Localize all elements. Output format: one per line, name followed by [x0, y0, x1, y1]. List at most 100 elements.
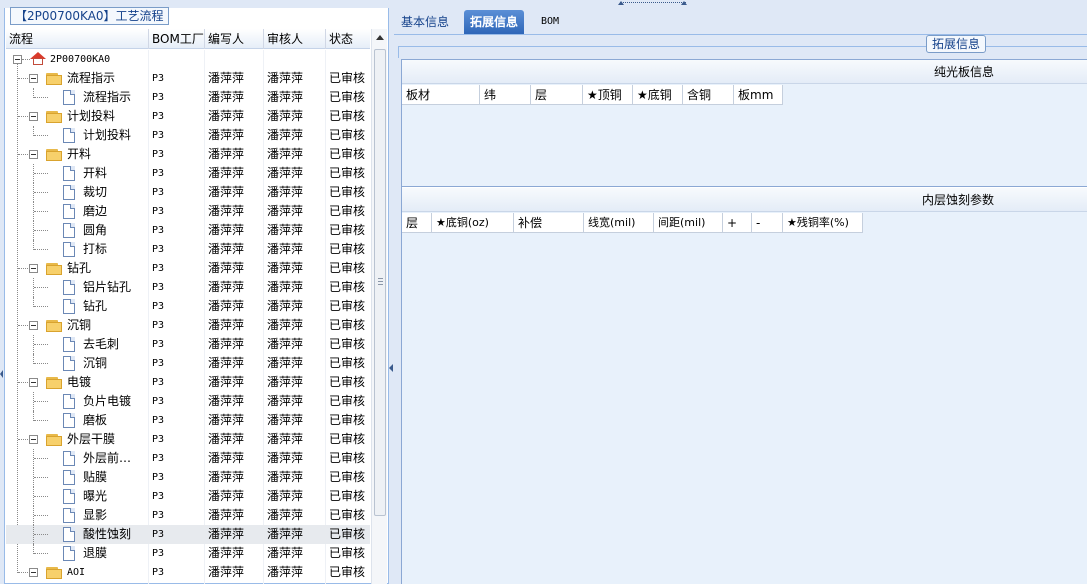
- column-header-reviewer[interactable]: 审核人: [264, 29, 326, 49]
- reviewer-cell: 潘萍萍: [267, 489, 304, 503]
- tree-node-label: 显影: [83, 508, 108, 522]
- collapse-toggle-icon[interactable]: [29, 435, 38, 444]
- tree-connector: [34, 135, 48, 136]
- tree-connector: [22, 59, 30, 60]
- th-top-copper[interactable]: ★顶铜: [583, 85, 633, 105]
- reviewer-cell: 潘萍萍: [267, 565, 304, 579]
- tree-step-row[interactable]: 负片电镀 P3 潘萍萍 潘萍萍 已审核: [6, 392, 370, 411]
- collapse-toggle-icon[interactable]: [29, 568, 38, 577]
- home-icon: [30, 52, 46, 66]
- tree-step-row[interactable]: 流程指示 P3 潘萍萍 潘萍萍 已审核: [6, 88, 370, 107]
- tree-folder-row[interactable]: 外层干膜 P3 潘萍萍 潘萍萍 已审核: [6, 430, 370, 449]
- column-header-writer[interactable]: 编写人: [205, 29, 264, 49]
- tree-step-row[interactable]: 外层前… P3 潘萍萍 潘萍萍 已审核: [6, 449, 370, 468]
- folder-icon: [46, 320, 62, 332]
- tree-step-row[interactable]: 磨边 P3 潘萍萍 潘萍萍 已审核: [6, 202, 370, 221]
- tree-step-row[interactable]: 裁切 P3 潘萍萍 潘萍萍 已审核: [6, 183, 370, 202]
- th-layer[interactable]: 层: [531, 85, 583, 105]
- bom-factory-cell: P3: [152, 472, 165, 483]
- th-layer[interactable]: 层: [402, 213, 432, 233]
- column-header-bom[interactable]: BOM工厂: [149, 29, 205, 49]
- tree-node-label: 磨板: [83, 413, 108, 427]
- th-spacing[interactable]: 间距(mil): [654, 213, 723, 233]
- tree-folder-row[interactable]: 开料 P3 潘萍萍 潘萍萍 已审核: [6, 145, 370, 164]
- tree-step-row[interactable]: 贴膜 P3 潘萍萍 潘萍萍 已审核: [6, 468, 370, 487]
- th-compensation[interactable]: 补偿: [514, 213, 584, 233]
- th-board-material[interactable]: 板材: [402, 85, 480, 105]
- th-minus[interactable]: -: [752, 213, 783, 233]
- tree-folder-row[interactable]: 流程指示 P3 潘萍萍 潘萍萍 已审核: [6, 69, 370, 88]
- tree-step-row[interactable]: 沉铜 P3 潘萍萍 潘萍萍 已审核: [6, 354, 370, 373]
- bom-factory-cell: P3: [152, 567, 165, 578]
- folder-body: [46, 569, 62, 579]
- document-icon: [63, 280, 75, 295]
- collapse-toggle-icon[interactable]: [13, 55, 22, 64]
- writer-cell: 潘萍萍: [208, 109, 245, 123]
- tree-step-row[interactable]: 铝片钻孔 P3 潘萍萍 潘萍萍 已审核: [6, 278, 370, 297]
- status-cell: 已审核: [329, 71, 366, 85]
- tree-step-row[interactable]: 酸性蚀刻 P3 潘萍萍 潘萍萍 已审核: [6, 525, 370, 544]
- tree-step-row[interactable]: 开料 P3 潘萍萍 潘萍萍 已审核: [6, 164, 370, 183]
- document-icon: [63, 128, 75, 143]
- detail-panel: 基本信息 拓展信息 BOM 拓展信息 纯光板信息 板材 纬 层 ★顶铜 ★底铜 …: [394, 8, 1087, 584]
- th-plus[interactable]: +: [723, 213, 752, 233]
- scroll-up-arrow-icon[interactable]: [376, 35, 384, 40]
- tab-strip: 基本信息 拓展信息 BOM: [394, 8, 1087, 35]
- tree-folder-row[interactable]: 沉铜 P3 潘萍萍 潘萍萍 已审核: [6, 316, 370, 335]
- tree-connector: [34, 363, 48, 364]
- tree-step-row[interactable]: 打标 P3 潘萍萍 潘萍萍 已审核: [6, 240, 370, 259]
- tree-step-row[interactable]: 磨板 P3 潘萍萍 潘萍萍 已审核: [6, 411, 370, 430]
- collapse-left-arrow-icon[interactable]: [389, 364, 393, 372]
- tab-bom[interactable]: BOM: [535, 10, 565, 34]
- tree-step-row[interactable]: 显影 P3 潘萍萍 潘萍萍 已审核: [6, 506, 370, 525]
- tree-step-row[interactable]: 曝光 P3 潘萍萍 潘萍萍 已审核: [6, 487, 370, 506]
- th-copper-content[interactable]: 含铜: [683, 85, 734, 105]
- th-residual-copper[interactable]: ★残铜率(%): [783, 213, 863, 233]
- writer-cell: 潘萍萍: [208, 413, 245, 427]
- column-header-status[interactable]: 状态: [326, 29, 370, 49]
- tree-root-row[interactable]: 2P00700KA0: [6, 50, 370, 69]
- collapse-toggle-icon[interactable]: [29, 378, 38, 387]
- vertical-scrollbar[interactable]: [371, 29, 387, 584]
- tree-step-row[interactable]: 计划投料 P3 潘萍萍 潘萍萍 已审核: [6, 126, 370, 145]
- bom-factory-cell: P3: [152, 301, 165, 312]
- collapse-toggle-icon[interactable]: [29, 150, 38, 159]
- tree-folder-row[interactable]: 电镀 P3 潘萍萍 潘萍萍 已审核: [6, 373, 370, 392]
- status-cell: 已审核: [329, 166, 366, 180]
- reviewer-cell: 潘萍萍: [267, 470, 304, 484]
- document-icon: [63, 413, 75, 428]
- status-cell: 已审核: [329, 147, 366, 161]
- th-bottom-copper-oz[interactable]: ★底铜(oz): [432, 213, 514, 233]
- status-cell: 已审核: [329, 90, 366, 104]
- collapse-left-arrow-icon[interactable]: [0, 370, 3, 378]
- collapse-toggle-icon[interactable]: [29, 74, 38, 83]
- scrollbar-thumb[interactable]: [374, 49, 386, 516]
- collapse-up-arrow-icon[interactable]: [681, 1, 687, 5]
- th-weft[interactable]: 纬: [480, 85, 531, 105]
- tree-step-row[interactable]: 去毛刺 P3 潘萍萍 潘萍萍 已审核: [6, 335, 370, 354]
- writer-cell: 潘萍萍: [208, 147, 245, 161]
- status-cell: 已审核: [329, 128, 366, 142]
- collapse-toggle-icon[interactable]: [29, 112, 38, 121]
- tab-basic-info[interactable]: 基本信息: [395, 10, 455, 34]
- tree-folder-row[interactable]: 计划投料 P3 潘萍萍 潘萍萍 已审核: [6, 107, 370, 126]
- writer-cell: 潘萍萍: [208, 356, 245, 370]
- tree-connector: [34, 420, 48, 421]
- tab-extended-info[interactable]: 拓展信息: [464, 10, 525, 34]
- th-board-mm[interactable]: 板mm: [734, 85, 783, 105]
- collapse-toggle-icon[interactable]: [29, 264, 38, 273]
- tree-connector: [34, 458, 48, 459]
- tree-step-row[interactable]: 圆角 P3 潘萍萍 潘萍萍 已审核: [6, 221, 370, 240]
- th-bottom-copper[interactable]: ★底铜: [633, 85, 683, 105]
- writer-cell: 潘萍萍: [208, 166, 245, 180]
- tree-folder-row[interactable]: 钻孔 P3 潘萍萍 潘萍萍 已审核: [6, 259, 370, 278]
- splitter-grip[interactable]: [620, 2, 686, 6]
- bom-factory-cell: P3: [152, 320, 165, 331]
- collapse-toggle-icon[interactable]: [29, 321, 38, 330]
- tree-step-row[interactable]: 钻孔 P3 潘萍萍 潘萍萍 已审核: [6, 297, 370, 316]
- status-cell: 已审核: [329, 489, 366, 503]
- column-header-flow[interactable]: 流程: [6, 29, 149, 49]
- tree-folder-row[interactable]: AOI P3 潘萍萍 潘萍萍 已审核: [6, 563, 370, 582]
- th-line-width[interactable]: 线宽(mil): [584, 213, 654, 233]
- tree-step-row[interactable]: 退膜 P3 潘萍萍 潘萍萍 已审核: [6, 544, 370, 563]
